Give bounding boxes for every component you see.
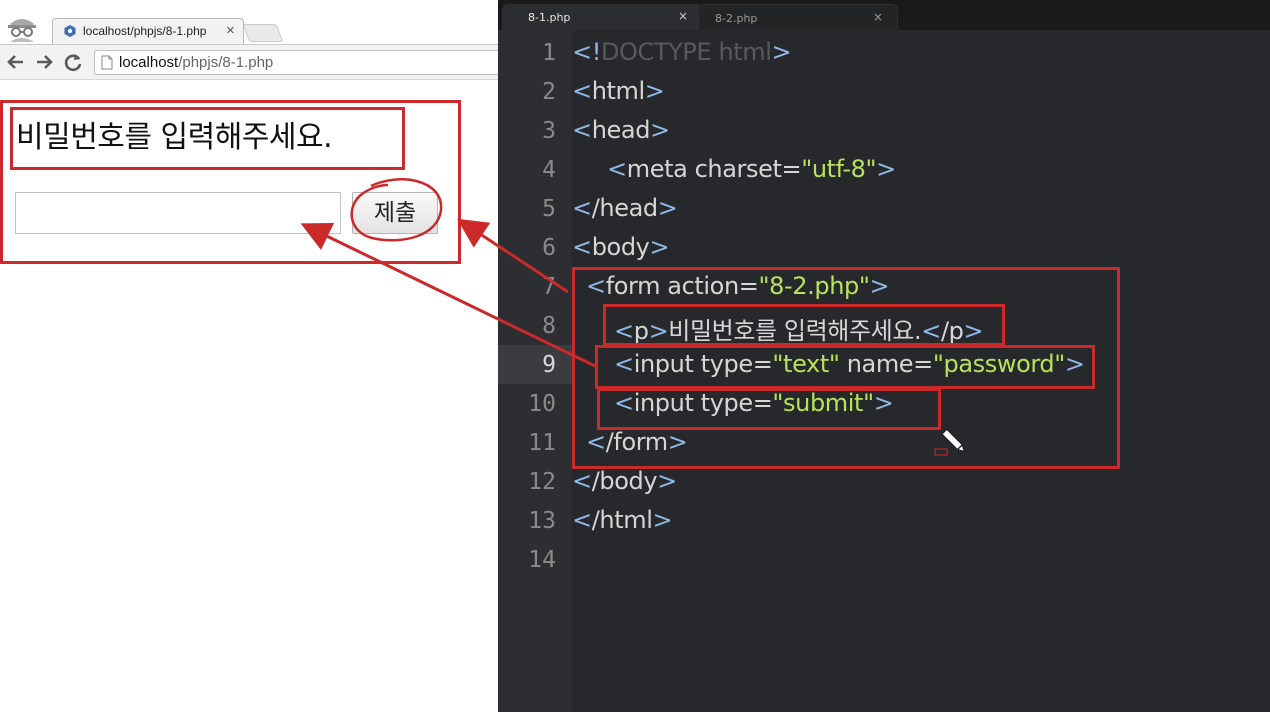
incognito-icon (8, 19, 36, 42)
line-number: 4 (542, 157, 556, 183)
line-number-gutter: 1 2 3 4 5 6 7 8 9 10 11 12 13 14 (498, 30, 572, 712)
line-number: 2 (542, 79, 556, 105)
code-line-4: <meta charset="utf-8"> (607, 155, 896, 183)
annotation-p-code-box (603, 304, 1005, 346)
editor-tab-8-2[interactable]: 8-2.php × (698, 4, 898, 30)
browser-tab-8-1[interactable]: localhost/phpjs/8-1.php × (52, 18, 244, 44)
address-bar[interactable]: localhost/phpjs/8-1.php (94, 50, 504, 75)
annotation-input-text-code-box (595, 345, 1095, 389)
line-number: 1 (542, 40, 556, 66)
line-number: 5 (542, 196, 556, 222)
tab-close-icon[interactable]: × (226, 22, 235, 39)
code-line-3: <head> (572, 116, 670, 144)
line-number: 8 (542, 313, 556, 339)
line-number: 7 (542, 274, 556, 300)
browser-toolbar: localhost/phpjs/8-1.php (0, 44, 504, 80)
line-number: 13 (528, 508, 556, 534)
code-line-5: </head> (572, 194, 678, 222)
line-number: 6 (542, 235, 556, 261)
favicon-icon (64, 25, 76, 37)
code-line-6: <body> (572, 233, 670, 261)
url-text: localhost/phpjs/8-1.php (119, 54, 273, 71)
url-host: localhost (119, 54, 179, 71)
editor-tab-8-1[interactable]: 8-1.php × (502, 4, 702, 30)
annotation-input-submit-code-box (597, 388, 941, 430)
reload-icon[interactable] (62, 51, 84, 73)
back-arrow-icon[interactable] (5, 51, 27, 73)
code-line-1: <!DOCTYPE html> (572, 38, 792, 66)
page-icon (101, 55, 113, 70)
line-number: 14 (528, 547, 556, 573)
line-number: 11 (528, 430, 556, 456)
browser-tabstrip: localhost/phpjs/8-1.php × (0, 0, 498, 44)
line-number: 10 (528, 391, 556, 417)
code-line-12: </body> (572, 467, 677, 495)
editor-tab-label: 8-2.php (715, 12, 758, 25)
code-line-13: </html> (572, 506, 673, 534)
annotation-paragraph-box (10, 107, 405, 170)
editor-tab-label: 8-1.php (528, 11, 571, 24)
editor-tab-close-icon[interactable]: × (873, 10, 883, 24)
browser-tab-title: localhost/phpjs/8-1.php (83, 24, 207, 38)
line-number: 12 (528, 469, 556, 495)
editor-tabbar: 8-1.php × 8-2.php × (498, 0, 1270, 30)
line-number: 3 (542, 118, 556, 144)
new-tab-button[interactable] (242, 24, 284, 42)
editor-tab-close-icon[interactable]: × (678, 9, 688, 23)
line-number-current: 9 (542, 352, 556, 378)
url-path: /phpjs/8-1.php (178, 54, 274, 71)
forward-arrow-icon[interactable] (33, 51, 55, 73)
code-line-2: <html> (572, 77, 665, 105)
